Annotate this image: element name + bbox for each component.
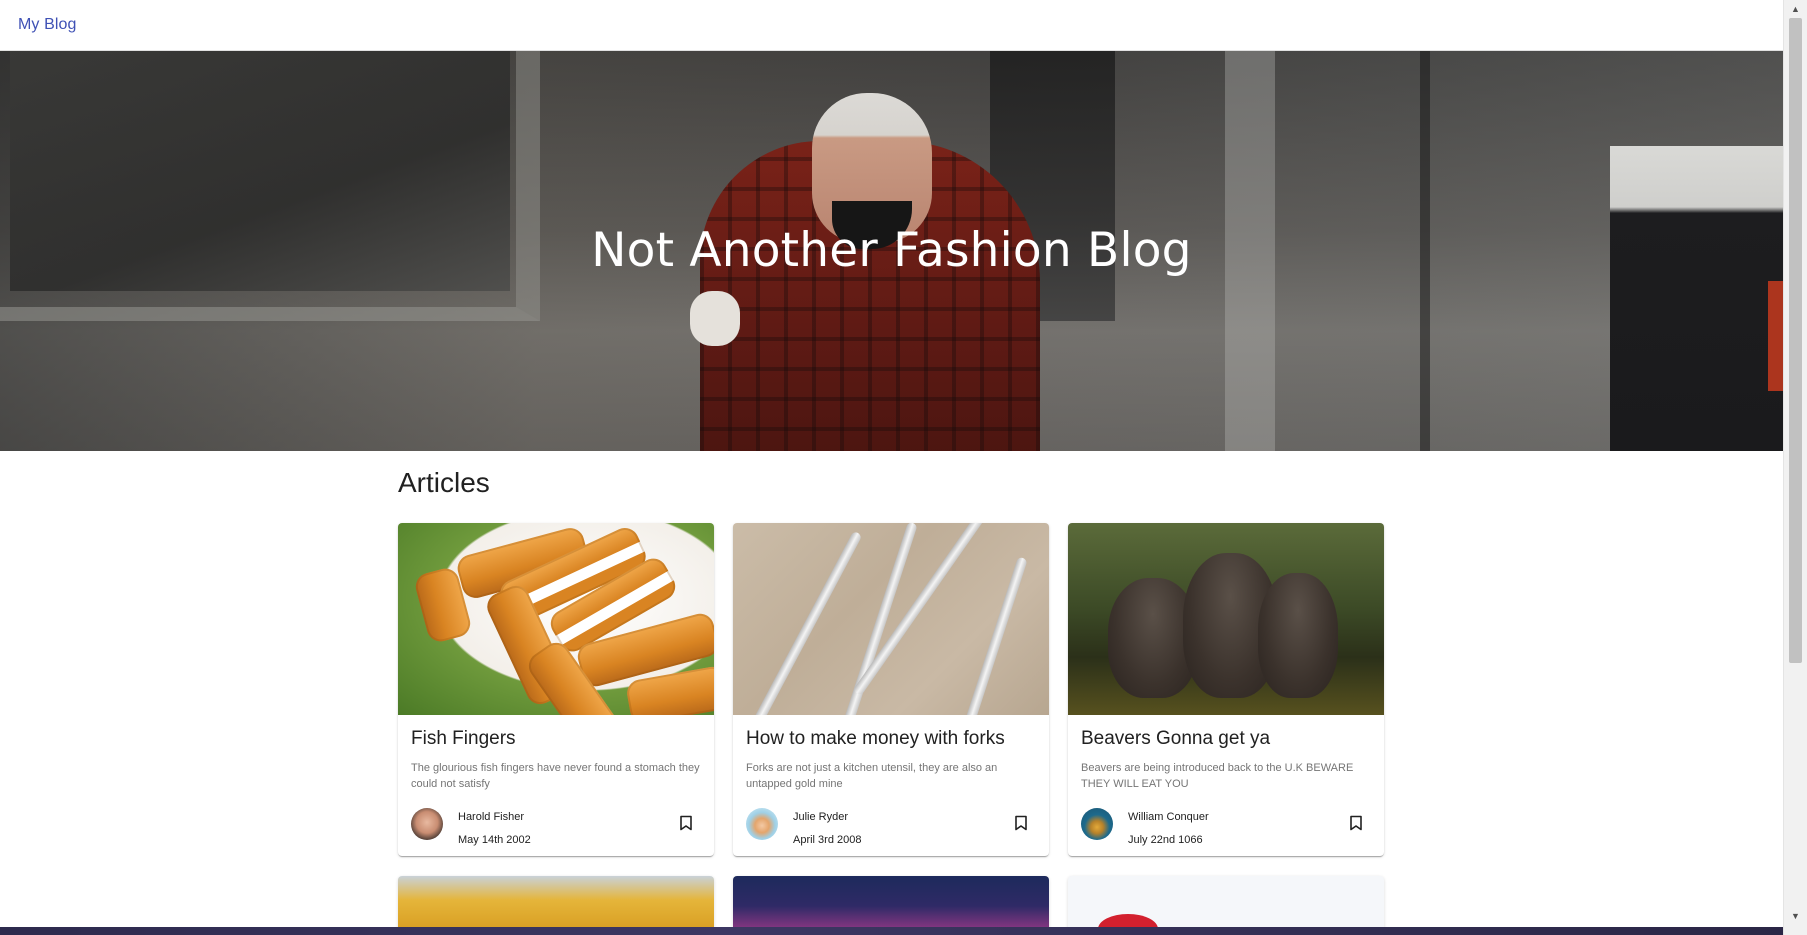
author-name: Harold Fisher [458, 811, 525, 823]
article-excerpt: The glourious fish fingers have never fo… [411, 762, 700, 790]
page-scrollbar[interactable]: ▲ ▼ [1783, 0, 1807, 935]
article-excerpt: Forks are not just a kitchen utensil, th… [746, 762, 998, 790]
hero-title: Not Another Fashion Blog [591, 223, 1192, 278]
bookmark-button[interactable] [1346, 813, 1366, 833]
bookmark-border-icon [680, 815, 692, 831]
bookmark-button[interactable] [676, 813, 696, 833]
hero-background-kiosk [1610, 146, 1783, 451]
bookmark-border-icon [1350, 815, 1362, 831]
article-image-forks[interactable] [733, 523, 1049, 715]
app-bar: My Blog [0, 0, 1783, 51]
hero-background-sign [1768, 281, 1783, 391]
desktop-background [0, 927, 1807, 935]
bookmark-button[interactable] [1011, 813, 1031, 833]
article-title[interactable]: Fish Fingers [411, 728, 516, 750]
author-name: William Conquer [1128, 811, 1209, 823]
author-avatar [1081, 808, 1113, 840]
author-avatar [746, 808, 778, 840]
brand-link[interactable]: My Blog [18, 16, 77, 34]
article-card[interactable]: How to make money with forks Forks are n… [733, 523, 1049, 856]
hero-person-hand [690, 291, 740, 346]
bookmark-border-icon [1015, 815, 1027, 831]
articles-heading: Articles [398, 467, 490, 498]
article-card[interactable]: Beavers Gonna get ya Beavers are being i… [1068, 523, 1384, 856]
article-card[interactable]: Fish Fingers The glourious fish fingers … [398, 523, 714, 856]
hero-banner: Not Another Fashion Blog [0, 51, 1783, 451]
scroll-up-arrow-icon[interactable]: ▲ [1784, 0, 1807, 18]
article-date: July 22nd 1066 [1128, 834, 1203, 846]
article-excerpt: Beavers are being introduced back to the… [1081, 762, 1354, 790]
article-title[interactable]: How to make money with forks [746, 728, 1005, 750]
article-date: April 3rd 2008 [793, 834, 862, 846]
author-avatar [411, 808, 443, 840]
article-image-beavers[interactable] [1068, 523, 1384, 715]
article-image-fish-fingers[interactable] [398, 523, 714, 715]
article-title[interactable]: Beavers Gonna get ya [1081, 728, 1270, 750]
scroll-down-arrow-icon[interactable]: ▼ [1784, 907, 1807, 925]
scrollbar-thumb[interactable] [1789, 18, 1802, 663]
article-date: May 14th 2002 [458, 834, 531, 846]
author-name: Julie Ryder [793, 811, 849, 823]
